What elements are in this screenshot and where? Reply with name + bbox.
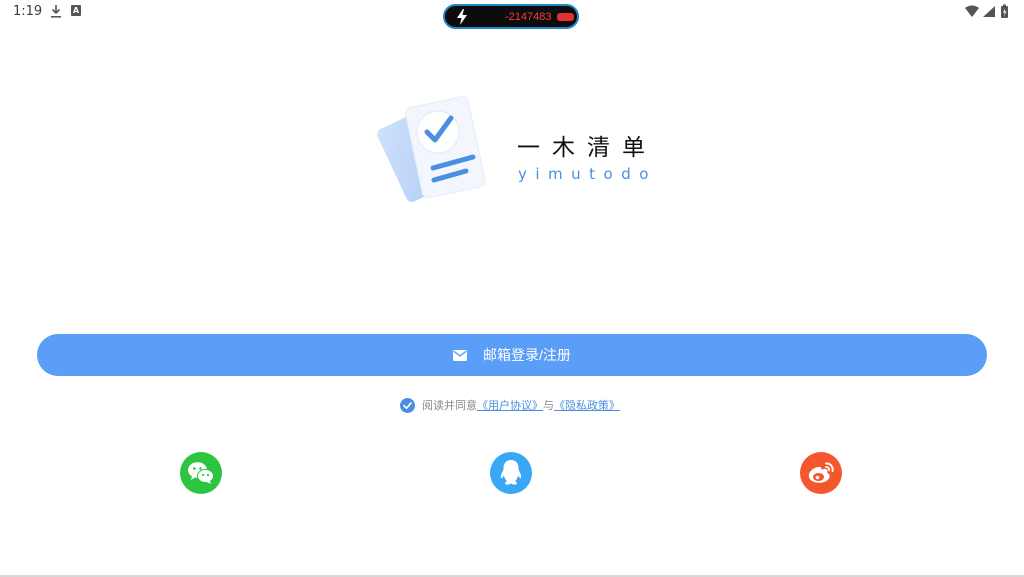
- mail-icon: [453, 349, 468, 361]
- wifi-icon: [965, 5, 979, 17]
- weibo-login-button[interactable]: [800, 452, 842, 494]
- wechat-login-button[interactable]: [180, 452, 222, 494]
- user-agreement-link[interactable]: 《用户协议》: [477, 397, 543, 413]
- app-name: 一木清单: [517, 135, 657, 161]
- weibo-icon: [808, 462, 834, 483]
- privacy-policy-link[interactable]: 《隐私政策》: [554, 397, 620, 413]
- app-logo-icon: [377, 96, 486, 202]
- email-login-button[interactable]: 邮箱登录/注册: [37, 334, 987, 376]
- agreement-checkbox[interactable]: [400, 397, 415, 413]
- qq-icon: [500, 460, 522, 485]
- login-screen: 1:19 A -2147483 一木清单 yimutodo 邮箱登录/注册 阅读…: [0, 0, 1024, 577]
- download-icon: [51, 5, 61, 18]
- bolt-icon: [457, 9, 467, 25]
- app-subtitle: yimutodo: [518, 165, 657, 183]
- battery-icon: [1001, 4, 1008, 18]
- pill-value: -2147483: [505, 11, 552, 23]
- signal-icon: [983, 6, 995, 17]
- agreement-row: 阅读并同意 《用户协议》 与 《隐私政策》: [400, 396, 620, 414]
- email-login-label: 邮箱登录/注册: [483, 347, 571, 363]
- status-pill: -2147483: [443, 4, 579, 29]
- qq-login-button[interactable]: [490, 452, 532, 494]
- notification-badge-icon: A: [71, 5, 81, 16]
- status-bar: 1:19 A -2147483: [0, 0, 1024, 29]
- system-tray: [965, 4, 1008, 18]
- wechat-icon: [188, 462, 214, 484]
- agreement-connector: 与: [543, 399, 554, 412]
- battery-low-icon: [557, 13, 574, 21]
- status-time: 1:19: [13, 4, 43, 19]
- agreement-prefix: 阅读并同意: [422, 399, 477, 412]
